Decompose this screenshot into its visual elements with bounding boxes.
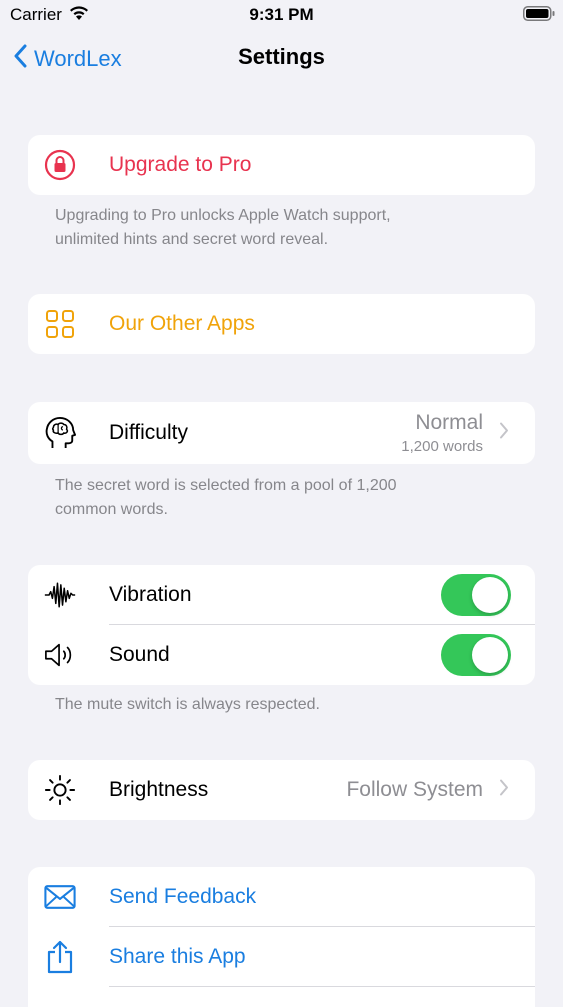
send-feedback-label: Send Feedback xyxy=(109,885,257,908)
upgrade-row[interactable]: Upgrade to Pro xyxy=(28,135,535,195)
vibration-row: Vibration xyxy=(28,565,535,625)
speaker-icon xyxy=(44,639,76,671)
links-card: Send Feedback Share this App xyxy=(28,867,535,1007)
battery-icon xyxy=(523,6,555,21)
sun-icon xyxy=(44,774,76,806)
lock-icon xyxy=(44,149,76,181)
clock: 9:31 PM xyxy=(249,5,314,24)
share-app-row[interactable]: Share this App xyxy=(28,927,535,987)
row-divider xyxy=(109,986,535,987)
difficulty-footer-line2: common words. xyxy=(55,501,168,518)
upgrade-footer-line2: unlimited hints and secret word reveal. xyxy=(55,231,329,248)
vibration-label: Vibration xyxy=(109,583,192,606)
grid-icon xyxy=(44,308,76,340)
apps-card: Our Other Apps xyxy=(28,294,535,354)
difficulty-footer: The secret word is selected from a pool … xyxy=(55,474,495,522)
sound-row: Sound xyxy=(28,625,535,685)
difficulty-footer-line1: The secret word is selected from a pool … xyxy=(55,477,397,494)
difficulty-label: Difficulty xyxy=(109,421,188,444)
upgrade-label: Upgrade to Pro xyxy=(109,153,252,176)
brightness-card: Brightness Follow System xyxy=(28,760,535,820)
chevron-right-icon xyxy=(499,422,509,445)
send-feedback-row[interactable]: Send Feedback xyxy=(28,867,535,927)
upgrade-footer: Upgrading to Pro unlocks Apple Watch sup… xyxy=(55,204,495,252)
difficulty-subvalue: 1,200 words xyxy=(401,438,483,455)
other-apps-row[interactable]: Our Other Apps xyxy=(28,294,535,354)
brightness-value: Follow System xyxy=(346,778,483,801)
navigation-bar: WordLex Settings xyxy=(0,40,563,76)
haptics-footer: The mute switch is always respected. xyxy=(55,696,320,713)
other-apps-label: Our Other Apps xyxy=(109,312,255,335)
sound-label: Sound xyxy=(109,643,170,666)
status-bar: Carrier 9:31 PM xyxy=(0,0,563,30)
haptics-card: Vibration Sound xyxy=(28,565,535,685)
toggle-knob xyxy=(472,637,508,673)
brightness-label: Brightness xyxy=(109,778,209,801)
waveform-icon xyxy=(44,579,76,611)
share-app-label: Share this App xyxy=(109,945,246,968)
difficulty-row[interactable]: Difficulty Normal 1,200 words xyxy=(28,402,535,464)
vibration-toggle[interactable] xyxy=(441,574,511,616)
difficulty-value: Normal xyxy=(415,411,483,434)
page-title: Settings xyxy=(238,44,325,69)
toggle-knob xyxy=(472,577,508,613)
sound-toggle[interactable] xyxy=(441,634,511,676)
share-icon xyxy=(44,940,76,974)
chevron-right-icon xyxy=(499,779,509,802)
brightness-row[interactable]: Brightness Follow System xyxy=(28,760,535,820)
brain-head-icon xyxy=(44,417,76,449)
upgrade-card: Upgrade to Pro xyxy=(28,135,535,195)
difficulty-card: Difficulty Normal 1,200 words xyxy=(28,402,535,464)
upgrade-footer-line1: Upgrading to Pro unlocks Apple Watch sup… xyxy=(55,207,391,224)
envelope-icon xyxy=(44,881,76,913)
